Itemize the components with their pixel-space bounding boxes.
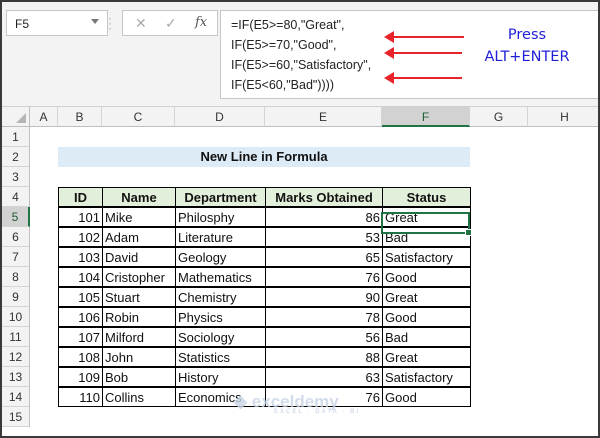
table-cell[interactable]: 65 bbox=[265, 247, 383, 267]
column-header-F[interactable]: F bbox=[382, 107, 470, 127]
table-cell[interactable]: Milford bbox=[102, 327, 176, 347]
formula-bar-area: F5 · · · ✕ ✓ fx =IF(E5>=80,"Great", IF(E5>… bbox=[2, 2, 598, 107]
table-cell[interactable]: 86 bbox=[265, 207, 383, 227]
table-cell[interactable]: 76 bbox=[265, 267, 383, 287]
row-header-7[interactable]: 7 bbox=[2, 247, 30, 267]
table-cell[interactable]: 107 bbox=[58, 327, 103, 347]
table-cell[interactable]: Statistics bbox=[175, 347, 266, 367]
row-header-13[interactable]: 13 bbox=[2, 367, 30, 387]
note-line: ALT+ENTER bbox=[484, 49, 570, 65]
table-cell[interactable]: Good bbox=[382, 267, 471, 287]
select-all-button[interactable] bbox=[2, 107, 30, 127]
row-header-3[interactable]: 3 bbox=[2, 167, 30, 187]
table-cell[interactable]: 102 bbox=[58, 227, 103, 247]
name-box-value: F5 bbox=[15, 17, 30, 31]
column-header-E[interactable]: E bbox=[265, 107, 382, 127]
watermark-logo: ◆ exceldemy EXCEL · DATA · BI bbox=[234, 392, 361, 415]
column-header-A[interactable]: A bbox=[30, 107, 58, 127]
table-cell[interactable]: Adam bbox=[102, 227, 176, 247]
table-cell[interactable]: Bob bbox=[102, 367, 176, 387]
active-cell-selection[interactable] bbox=[381, 212, 472, 236]
enter-icon[interactable]: ✓ bbox=[165, 15, 177, 32]
table-cell[interactable]: Satisfactory bbox=[382, 247, 471, 267]
row-header-4[interactable]: 4 bbox=[2, 187, 30, 207]
table-cell[interactable]: 104 bbox=[58, 267, 103, 287]
table-cell[interactable]: 56 bbox=[265, 327, 383, 347]
table-cell[interactable]: Philosphy bbox=[175, 207, 266, 227]
table-cell[interactable]: 105 bbox=[58, 287, 103, 307]
name-box[interactable]: F5 bbox=[6, 10, 108, 36]
table-cell[interactable]: John bbox=[102, 347, 176, 367]
table-cell[interactable]: 78 bbox=[265, 307, 383, 327]
row-header-6[interactable]: 6 bbox=[2, 227, 30, 247]
table-cell[interactable]: 63 bbox=[265, 367, 383, 387]
annotation-note: Press ALT+ENTER bbox=[472, 24, 582, 68]
table-cell[interactable]: Bad bbox=[382, 327, 471, 347]
row-header-10[interactable]: 10 bbox=[2, 307, 30, 327]
table-cell[interactable]: History bbox=[175, 367, 266, 387]
table-cell[interactable]: Good bbox=[382, 387, 471, 407]
row-header-11[interactable]: 11 bbox=[2, 327, 30, 347]
table-cell[interactable]: Satisfactory bbox=[382, 367, 471, 387]
table-cell[interactable]: 101 bbox=[58, 207, 103, 227]
row-header-9[interactable]: 9 bbox=[2, 287, 30, 307]
arrow-icon bbox=[384, 72, 462, 84]
table-cell[interactable]: Sociology bbox=[175, 327, 266, 347]
row-header-15[interactable]: 15 bbox=[2, 407, 30, 427]
column-header-cell[interactable]: ID bbox=[58, 187, 103, 207]
column-header-cell[interactable]: Marks Obtained bbox=[265, 187, 383, 207]
table-cell[interactable]: Mike bbox=[102, 207, 176, 227]
table-cell[interactable]: 110 bbox=[58, 387, 103, 407]
column-header-cell[interactable]: Status bbox=[382, 187, 471, 207]
row-header-14[interactable]: 14 bbox=[2, 387, 30, 407]
table-cell[interactable]: Collins bbox=[102, 387, 176, 407]
column-header-D[interactable]: D bbox=[175, 107, 265, 127]
table-cell[interactable]: 106 bbox=[58, 307, 103, 327]
table-cell[interactable]: Geology bbox=[175, 247, 266, 267]
drag-handle-icon[interactable]: · · · bbox=[108, 12, 112, 34]
table-cell[interactable]: Good bbox=[382, 307, 471, 327]
sheet-title: New Line in Formula bbox=[58, 147, 470, 167]
chevron-down-icon[interactable] bbox=[91, 19, 99, 24]
table-cell[interactable]: Great bbox=[382, 287, 471, 307]
arrow-icon bbox=[384, 47, 462, 59]
formula-buttons: ✕ ✓ fx bbox=[122, 10, 218, 36]
row-header-5[interactable]: 5 bbox=[2, 207, 30, 227]
row-header-8[interactable]: 8 bbox=[2, 267, 30, 287]
table-cell[interactable]: Literature bbox=[175, 227, 266, 247]
table-cell[interactable]: Chemistry bbox=[175, 287, 266, 307]
arrow-icon bbox=[384, 31, 464, 43]
table-cell[interactable]: Mathematics bbox=[175, 267, 266, 287]
table-cell[interactable]: Robin bbox=[102, 307, 176, 327]
table-cell[interactable]: 53 bbox=[265, 227, 383, 247]
cancel-icon[interactable]: ✕ bbox=[135, 15, 147, 32]
row-header-2[interactable]: 2 bbox=[2, 147, 30, 167]
table-cell[interactable]: Great bbox=[382, 347, 471, 367]
column-header-G[interactable]: G bbox=[470, 107, 528, 127]
column-header-cell[interactable]: Department bbox=[175, 187, 266, 207]
table-cell[interactable]: Cristopher bbox=[102, 267, 176, 287]
column-header-H[interactable]: H bbox=[528, 107, 598, 127]
table-cell[interactable]: Physics bbox=[175, 307, 266, 327]
column-header-C[interactable]: C bbox=[102, 107, 175, 127]
row-header-12[interactable]: 12 bbox=[2, 347, 30, 367]
column-header-B[interactable]: B bbox=[58, 107, 102, 127]
table-cell[interactable]: 88 bbox=[265, 347, 383, 367]
excel-window: F5 · · · ✕ ✓ fx =IF(E5>=80,"Great", IF(E5>… bbox=[2, 2, 598, 436]
table-cell[interactable]: Stuart bbox=[102, 287, 176, 307]
table-cell[interactable]: 90 bbox=[265, 287, 383, 307]
row-header-1[interactable]: 1 bbox=[2, 127, 30, 147]
table-cell[interactable]: 108 bbox=[58, 347, 103, 367]
column-header-cell[interactable]: Name bbox=[102, 187, 176, 207]
table-cell[interactable]: David bbox=[102, 247, 176, 267]
note-line: Press bbox=[507, 27, 547, 43]
table-cell[interactable]: 103 bbox=[58, 247, 103, 267]
table-cell[interactable]: 109 bbox=[58, 367, 103, 387]
insert-function-icon[interactable]: fx bbox=[195, 15, 207, 30]
